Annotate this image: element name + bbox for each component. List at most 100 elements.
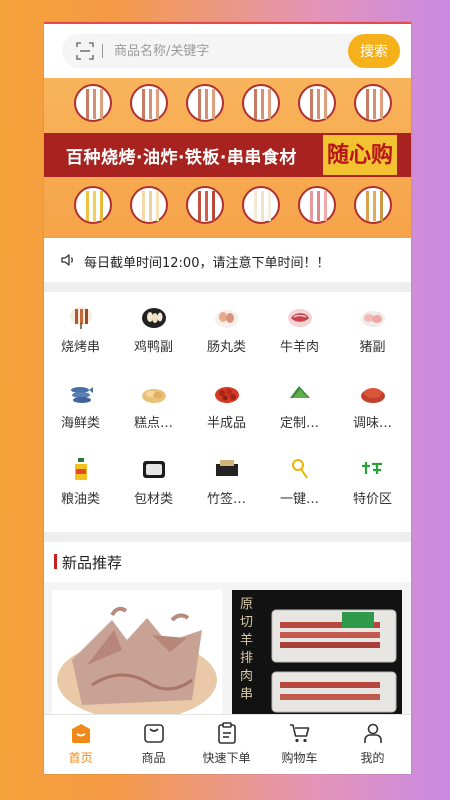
plate-image bbox=[74, 84, 112, 122]
tab-home[interactable]: 首页 bbox=[44, 715, 117, 774]
category-label: 糕点… bbox=[133, 416, 173, 431]
tab-label: 快速下单 bbox=[202, 751, 251, 765]
tab-quick-order[interactable]: 快速下单 bbox=[190, 715, 263, 774]
svg-text:排: 排 bbox=[240, 651, 253, 666]
category-item-seafood[interactable]: 海鲜类 bbox=[44, 368, 117, 440]
svg-text:羊: 羊 bbox=[240, 632, 253, 648]
category-label: 包材类 bbox=[133, 492, 173, 507]
search-input[interactable] bbox=[114, 34, 334, 68]
notice-bar[interactable]: 每日截单时间12:00，请注意下单时间！！ bbox=[44, 238, 411, 282]
section-accent-bar bbox=[54, 554, 57, 569]
category-label: 牛羊肉 bbox=[279, 340, 319, 355]
tab-label: 购物车 bbox=[281, 751, 318, 765]
category-item-custom[interactable]: 定制… bbox=[263, 368, 336, 440]
category-label: 鸡鸭副 bbox=[133, 340, 173, 355]
plate-image bbox=[242, 186, 280, 224]
seasoning-icon bbox=[361, 388, 385, 403]
container-icon bbox=[143, 461, 165, 478]
product-card-squid[interactable] bbox=[52, 590, 222, 714]
user-icon bbox=[364, 723, 382, 743]
custom-icon bbox=[290, 386, 310, 398]
category-label: 特价区 bbox=[352, 492, 392, 507]
section-gap bbox=[44, 532, 411, 542]
product-card-lamb-skewers[interactable]: 原 切 羊 排 肉 串 bbox=[232, 590, 402, 714]
category-item-seasoning[interactable]: 调味… bbox=[336, 368, 409, 440]
category-item-pastry[interactable]: 糕点… bbox=[117, 368, 190, 440]
banner-logo: 随心购 bbox=[323, 135, 397, 175]
plate-image bbox=[298, 84, 336, 122]
category-item-beef-lamb[interactable]: 牛羊肉 bbox=[263, 292, 336, 364]
notice-text: 每日截单时间12:00，请注意下单时间！！ bbox=[84, 256, 330, 271]
pork-icon bbox=[361, 311, 385, 327]
search-divider bbox=[102, 44, 103, 58]
plate-image bbox=[74, 186, 112, 224]
shopping-bag-icon bbox=[144, 724, 164, 743]
oil-bottle-icon bbox=[75, 458, 87, 480]
section-gap bbox=[44, 282, 411, 292]
category-grid: 烧烤串 鸡鸭副 肠丸类 牛羊肉 猪副 海鲜类 糕点… 半成品 定制… 调味… 粮… bbox=[44, 292, 411, 532]
tab-label: 首页 bbox=[68, 751, 93, 765]
lamb-skewers-image: 原 切 羊 排 肉 串 bbox=[232, 590, 402, 714]
cart-icon bbox=[290, 724, 310, 743]
scan-icon[interactable] bbox=[76, 42, 94, 60]
plate-image bbox=[130, 186, 168, 224]
plate-image bbox=[186, 186, 224, 224]
sausage-icon bbox=[215, 310, 239, 328]
tab-profile[interactable]: 我的 bbox=[336, 715, 409, 774]
category-item-skewers[interactable]: 烧烤串 bbox=[44, 292, 117, 364]
plate-image bbox=[298, 186, 336, 224]
category-item-poultry[interactable]: 鸡鸭副 bbox=[117, 292, 190, 364]
svg-text:切: 切 bbox=[240, 615, 253, 630]
clipboard-icon bbox=[218, 722, 236, 744]
category-item-bamboo[interactable]: 竹签… bbox=[190, 444, 263, 516]
banner-title: 百种烧烤·油炸·铁板·串串食材 bbox=[66, 147, 297, 168]
tab-label: 我的 bbox=[360, 751, 385, 765]
category-label: 一键… bbox=[279, 492, 319, 507]
category-item-one-click[interactable]: 一键… bbox=[263, 444, 336, 516]
skewer-icon bbox=[70, 307, 92, 329]
chicken-icon bbox=[142, 308, 166, 328]
search-button[interactable]: 搜索 bbox=[348, 34, 400, 68]
special-offer-icon bbox=[362, 462, 382, 474]
category-item-pork[interactable]: 猪副 bbox=[336, 292, 409, 364]
category-label: 竹签… bbox=[206, 492, 246, 507]
bottom-tab-bar: 首页 商品 快速下单 购物车 我的 bbox=[44, 714, 411, 774]
category-item-special[interactable]: 特价区 bbox=[336, 444, 409, 516]
svg-text:原: 原 bbox=[240, 597, 253, 612]
plate-image bbox=[354, 84, 392, 122]
plate-image bbox=[186, 84, 224, 122]
promo-banner[interactable]: 百种烧烤·油炸·铁板·串串食材 随心购 bbox=[44, 78, 411, 238]
category-label: 海鲜类 bbox=[60, 416, 100, 431]
category-item-grain-oil[interactable]: 粮油类 bbox=[44, 444, 117, 516]
pastry-icon bbox=[142, 389, 166, 403]
category-label: 烧烤串 bbox=[60, 340, 100, 355]
category-label: 定制… bbox=[279, 416, 319, 431]
category-label: 猪副 bbox=[359, 340, 386, 355]
plate-image bbox=[130, 84, 168, 122]
category-label: 粮油类 bbox=[60, 492, 100, 507]
squid-image bbox=[52, 590, 222, 714]
svg-text:串: 串 bbox=[240, 687, 253, 702]
new-products-header: 新品推荐 bbox=[44, 542, 411, 582]
tab-products[interactable]: 商品 bbox=[117, 715, 190, 774]
category-item-semi-finished[interactable]: 半成品 bbox=[190, 368, 263, 440]
top-bar: 搜索 bbox=[44, 22, 411, 78]
tab-cart[interactable]: 购物车 bbox=[263, 715, 336, 774]
product-list: 原 切 羊 排 肉 串 bbox=[44, 582, 411, 714]
meat-icon bbox=[288, 309, 312, 327]
category-item-packaging[interactable]: 包材类 bbox=[117, 444, 190, 516]
section-title: 新品推荐 bbox=[62, 554, 123, 572]
one-click-icon bbox=[292, 459, 308, 479]
banner-band: 百种烧烤·油炸·铁板·串串食材 随心购 bbox=[44, 133, 411, 177]
category-label: 调味… bbox=[352, 416, 392, 431]
category-label: 半成品 bbox=[206, 416, 246, 431]
plate-image bbox=[354, 186, 392, 224]
svg-text:肉: 肉 bbox=[240, 669, 253, 684]
home-icon bbox=[72, 724, 90, 743]
plate-image bbox=[242, 84, 280, 122]
search-box[interactable]: 搜索 bbox=[62, 34, 400, 68]
category-item-sausage[interactable]: 肠丸类 bbox=[190, 292, 263, 364]
bamboo-icon bbox=[216, 460, 238, 476]
fish-icon bbox=[71, 387, 93, 403]
app-screen: 搜索 百种烧烤·油炸·铁板·串串食材 随心购 每日截单时间12:00，请注意下单… bbox=[44, 22, 411, 774]
